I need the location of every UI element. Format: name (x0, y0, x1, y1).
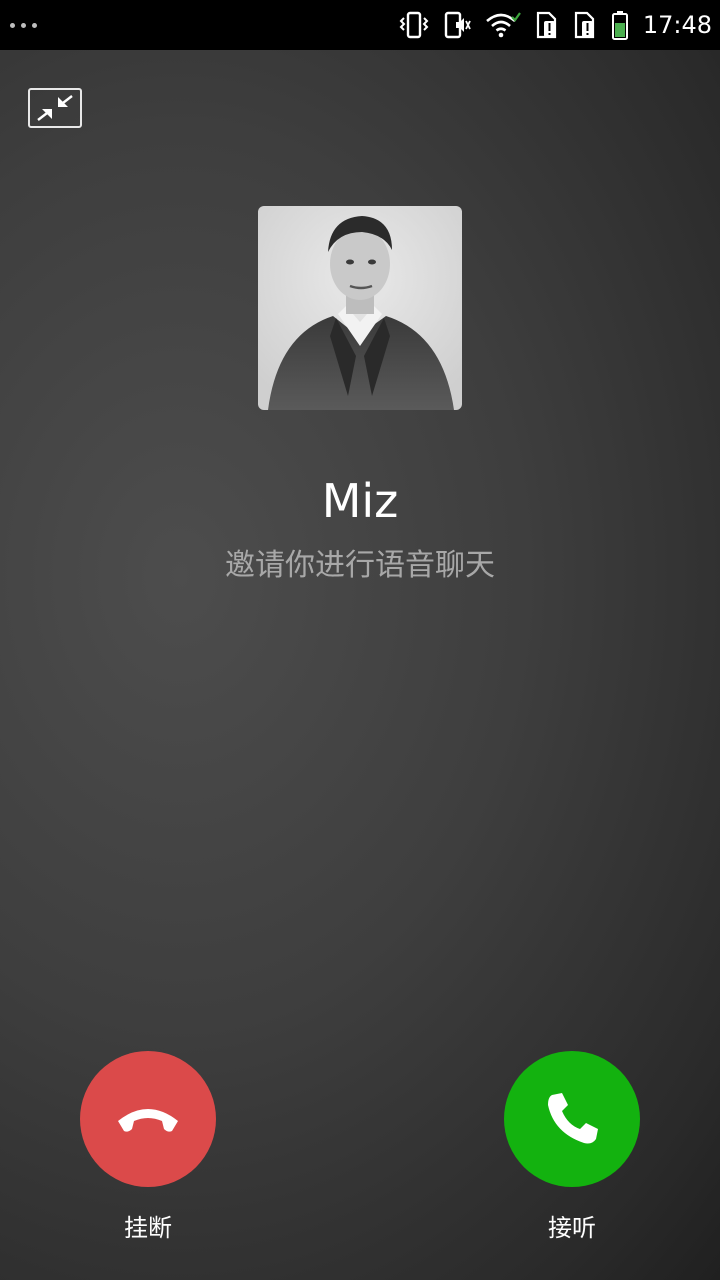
status-bar: 17:48 (0, 0, 720, 50)
sim-alert-icon-2 (573, 11, 597, 39)
answer-label: 接听 (548, 1214, 596, 1242)
minimize-window-button[interactable] (28, 88, 82, 128)
hangup-label: 挂断 (124, 1214, 172, 1242)
minimize-arrows-icon (37, 95, 73, 121)
caller-name: Miz (321, 474, 399, 528)
speaker-mute-icon (443, 11, 471, 39)
hangup-button[interactable] (80, 1051, 216, 1187)
answer-button[interactable] (504, 1051, 640, 1187)
status-time: 17:48 (642, 11, 712, 39)
battery-icon (611, 10, 629, 40)
caller-avatar (258, 206, 462, 410)
phone-hangup-icon (118, 1109, 178, 1132)
wifi-icon (485, 11, 521, 39)
more-dots-icon (0, 22, 37, 28)
vibrate-icon (399, 11, 429, 39)
phone-answer-icon (548, 1093, 598, 1144)
call-status-text: 邀请你进行语音聊天 (225, 548, 495, 583)
sim-alert-icon (535, 11, 559, 39)
